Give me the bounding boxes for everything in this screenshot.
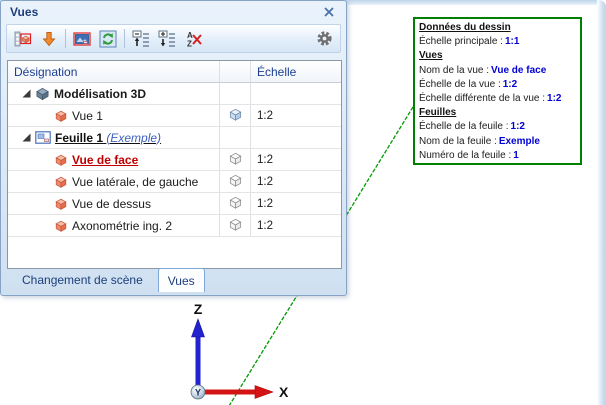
- row-label: Axonométrie ing. 2: [72, 218, 173, 233]
- axis-triad: Y Z X: [190, 301, 289, 400]
- expander-icon[interactable]: [22, 89, 31, 98]
- row-label: Vue de dessus: [72, 196, 151, 211]
- callout-heading: Données du dessin: [419, 22, 511, 33]
- row-axonometrie[interactable]: Axonométrie ing. 2 1:2: [8, 215, 341, 237]
- row-vue-laterale[interactable]: Vue latérale, de gauche 1:2: [8, 171, 341, 193]
- row-modelisation-3d[interactable]: Modélisation 3D: [8, 83, 341, 105]
- row-vue-de-face[interactable]: Vue de face 1:2: [8, 149, 341, 171]
- callout-line: Échelle différente de la vue :1:2: [419, 93, 562, 105]
- toolbar-separator: [65, 29, 66, 48]
- row-label: Vue de face: [72, 152, 139, 167]
- close-icon[interactable]: [321, 4, 337, 20]
- column-header-state[interactable]: [219, 61, 251, 82]
- move-down-arrow-icon[interactable]: [36, 26, 62, 51]
- row-label: Vue 1: [72, 108, 103, 123]
- view-cube-orange-icon: [54, 153, 68, 167]
- callout-line: Nom de la feuile : Exemple: [419, 135, 540, 147]
- remove-sort-az-icon[interactable]: A Z: [180, 26, 206, 51]
- panel-tabbar: Changement de scène Vues: [5, 268, 342, 292]
- row-vue-1[interactable]: Vue 1 1:2: [8, 105, 341, 127]
- view-cube-orange-icon: [54, 197, 68, 211]
- panel-title: Vues: [10, 5, 39, 19]
- vues-panel: Vues A Z Désignation Échelle Modélisatio…: [0, 0, 347, 296]
- row-scale: 1:2: [257, 175, 273, 188]
- column-header-designation[interactable]: Désignation: [8, 65, 219, 79]
- views-table: Désignation Échelle Modélisation 3D Vue …: [7, 60, 342, 269]
- callout-line: Nom de la vue : Vue de face: [419, 64, 547, 76]
- row-scale: [251, 127, 341, 148]
- view-cube-orange-icon: [54, 109, 68, 123]
- svg-text:Z: Z: [187, 39, 192, 48]
- toolbar-separator: [124, 29, 125, 48]
- x-axis-label: X: [279, 384, 289, 400]
- row-scale: 1:2: [257, 153, 273, 166]
- tab-changement-de-scene[interactable]: Changement de scène: [13, 268, 152, 292]
- callout-line: Échelle de la vue :1:2: [419, 78, 518, 90]
- row-scale: [251, 83, 341, 104]
- refresh-icon[interactable]: [95, 26, 121, 51]
- expand-all-icon[interactable]: [154, 26, 180, 51]
- z-axis-arrowhead: [191, 318, 205, 338]
- cube-wireframe-icon: [228, 217, 243, 235]
- row-vue-de-dessus[interactable]: Vue de dessus 1:2: [8, 193, 341, 215]
- y-axis-label: Y: [195, 388, 201, 398]
- cube-wireframe-icon: [228, 195, 243, 213]
- expander-icon[interactable]: [22, 133, 31, 142]
- row-label: Feuille 1 (Exemple): [55, 130, 162, 145]
- model-3d-icon: [35, 86, 50, 101]
- preview-image-icon[interactable]: [69, 26, 95, 51]
- sheet-icon: [35, 131, 51, 144]
- row-scale: 1:2: [257, 109, 273, 122]
- z-axis-label: Z: [194, 301, 203, 317]
- view-cube-orange-icon: [54, 219, 68, 233]
- callout-line: Échelle de la feuile :1:2: [419, 121, 525, 133]
- cube-wireframe-icon: [228, 173, 243, 191]
- x-axis-arrowhead: [254, 385, 274, 399]
- callout-heading: Feuilles: [419, 107, 457, 119]
- gear-icon[interactable]: [311, 26, 337, 51]
- drawing-data-callout: Données du dessin Échelle principale :1:…: [413, 17, 582, 165]
- column-header-echelle[interactable]: Échelle: [251, 65, 341, 79]
- table-header[interactable]: Désignation Échelle: [8, 61, 341, 83]
- row-scale: 1:2: [257, 197, 273, 210]
- row-label: Modélisation 3D: [54, 86, 147, 101]
- cube-wireframe-icon: [228, 151, 243, 169]
- cube-blue-icon: [228, 107, 243, 125]
- panel-titlebar: Vues: [1, 1, 346, 23]
- callout-line: Numéro de la feuile :1: [419, 149, 519, 161]
- new-view-icon[interactable]: [10, 26, 36, 51]
- row-scale: 1:2: [257, 219, 273, 232]
- tab-vues[interactable]: Vues: [157, 268, 205, 292]
- callout-heading: Vues: [419, 50, 443, 62]
- row-label: Vue latérale, de gauche: [72, 174, 199, 189]
- row-feuille-1[interactable]: Feuille 1 (Exemple): [8, 127, 341, 149]
- collapse-all-icon[interactable]: [128, 26, 154, 51]
- callout-line: Échelle principale :1:1: [419, 36, 520, 48]
- view-cube-orange-icon: [54, 175, 68, 189]
- panel-toolbar: A Z: [6, 24, 341, 53]
